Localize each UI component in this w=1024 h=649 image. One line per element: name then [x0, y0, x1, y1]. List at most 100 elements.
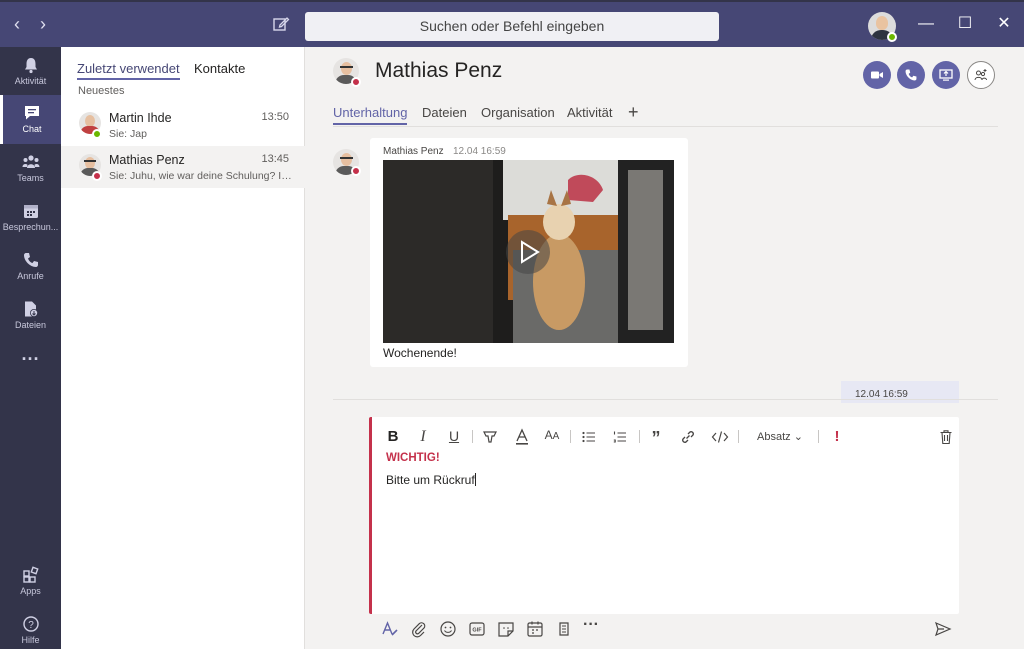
compose-box[interactable]: B I U AA ” Absatz ⌄ ! WICHTIG! Bitte um …	[369, 417, 959, 614]
tab-conversation[interactable]: Unterhaltung	[333, 105, 408, 125]
tab-files[interactable]: Dateien	[422, 105, 467, 120]
forward-arrow-icon[interactable]: ›	[33, 14, 53, 35]
bell-icon	[24, 58, 37, 74]
separator	[818, 430, 819, 443]
stream-icon[interactable]	[555, 620, 573, 638]
rail-label: Teams	[17, 173, 44, 183]
rail-item-chat[interactable]: Chat	[0, 95, 61, 144]
bulleted-list-icon[interactable]	[581, 428, 597, 446]
chat-preview: Sie: Juhu, wie war deine Schulung? Ic...	[109, 170, 295, 182]
conversation-pane: Mathias Penz Unterhaltung Dateien Organi…	[305, 47, 1024, 649]
add-people-icon	[974, 69, 987, 81]
chat-row[interactable]: Mathias Penz 13:45 Sie: Juhu, wie war de…	[61, 146, 305, 188]
more-options-icon[interactable]: ···	[583, 617, 601, 638]
audio-call-button[interactable]	[897, 61, 925, 89]
presence-busy-icon	[92, 171, 102, 181]
message-text: Wochenende!	[383, 346, 457, 360]
minimize-icon[interactable]: —	[916, 14, 936, 34]
more-apps-icon[interactable]: ···	[0, 350, 61, 378]
gif-icon[interactable]: GIF	[468, 620, 486, 638]
bold-icon[interactable]: B	[386, 428, 400, 446]
message-author: Mathias Penz	[383, 146, 444, 157]
add-people-button[interactable]	[967, 61, 995, 89]
separator	[472, 430, 473, 443]
video-call-button[interactable]	[863, 61, 891, 89]
underline-icon[interactable]: U	[447, 428, 461, 446]
rail-item-activity[interactable]: Aktivität	[0, 47, 61, 96]
compose-extensions-bar: GIF ···	[381, 617, 961, 638]
files-icon	[24, 301, 38, 317]
add-tab-icon[interactable]: +	[628, 102, 639, 123]
font-size-icon[interactable]: AA	[544, 428, 560, 446]
title-bar: ‹ › Suchen oder Befehl eingeben — ☐ ✕	[0, 0, 1024, 47]
rail-label: Anrufe	[17, 271, 44, 281]
presence-available-icon	[887, 32, 897, 42]
message-card[interactable]: Mathias Penz 12.04 16:59 Wochenende!	[370, 138, 688, 367]
new-chat-icon[interactable]	[272, 15, 290, 33]
conversation-tabs: Unterhaltung Dateien Organisation Aktivi…	[333, 102, 993, 127]
contact-name: Mathias Penz	[375, 59, 503, 82]
font-color-icon[interactable]	[515, 428, 529, 446]
rail-label: Besprechun...	[2, 222, 59, 232]
phone-icon	[23, 253, 38, 267]
send-icon[interactable]	[934, 620, 952, 638]
highlight-icon[interactable]	[482, 428, 498, 446]
trash-icon[interactable]	[939, 428, 953, 446]
video-thumbnail[interactable]	[383, 160, 674, 343]
chat-preview: Sie: Jap	[109, 128, 147, 140]
tab-activity[interactable]: Aktivität	[567, 105, 613, 120]
importance-label: WICHTIG!	[386, 452, 440, 464]
dog-video-image	[383, 160, 674, 343]
help-icon: ?	[22, 616, 39, 632]
numbered-list-icon[interactable]	[612, 428, 628, 446]
rail-label: Hilfe	[21, 635, 40, 645]
rail-label: Dateien	[14, 320, 47, 330]
message-time: 12.04 16:59	[453, 146, 506, 157]
separator	[639, 430, 640, 443]
paragraph-style-select[interactable]: Absatz ⌄	[757, 428, 809, 446]
maximize-icon[interactable]: ☐	[955, 14, 975, 34]
rail-item-apps[interactable]: Apps	[0, 557, 61, 606]
presence-busy-icon	[351, 77, 361, 87]
section-label: Neuestes	[78, 85, 125, 97]
rail-label: Apps	[20, 586, 41, 596]
schedule-meeting-icon[interactable]	[526, 620, 544, 638]
tab-organisation[interactable]: Organisation	[481, 105, 555, 120]
rail-item-teams[interactable]: Teams	[0, 144, 61, 193]
chat-row[interactable]: Martin Ihde 13:50 Sie: Jap	[61, 104, 305, 146]
svg-text:GIF: GIF	[472, 628, 482, 634]
tab-recent[interactable]: Zuletzt verwendet	[77, 61, 180, 80]
rail-label: Aktivität	[14, 76, 47, 86]
presence-busy-icon	[351, 166, 361, 176]
share-screen-button[interactable]	[932, 61, 960, 89]
rail-item-meetings[interactable]: Besprechun...	[0, 193, 61, 242]
compose-input[interactable]: Bitte um Rückruf	[386, 473, 476, 487]
compose-text: Bitte um Rückruf	[386, 473, 475, 487]
close-icon[interactable]: ✕	[994, 14, 1014, 34]
video-camera-icon	[871, 71, 883, 79]
rail-item-help[interactable]: ? Hilfe	[0, 606, 61, 649]
format-icon[interactable]	[381, 620, 399, 638]
rail-item-files[interactable]: Dateien	[0, 291, 61, 340]
italic-icon[interactable]: I	[416, 428, 430, 446]
paragraph-style-label: Absatz	[757, 431, 791, 443]
presence-available-icon	[92, 129, 102, 139]
quote-icon[interactable]: ”	[649, 428, 663, 448]
phone-icon	[905, 69, 917, 81]
apps-icon	[22, 566, 39, 583]
link-icon[interactable]	[680, 428, 696, 446]
search-input[interactable]: Suchen oder Befehl eingeben	[305, 12, 719, 41]
emoji-icon[interactable]	[439, 620, 457, 638]
importance-icon[interactable]: !	[832, 428, 842, 446]
rail-item-calls[interactable]: Anrufe	[0, 242, 61, 291]
chat-name: Martin Ihde	[109, 111, 172, 125]
format-toolbar: B I U AA ” Absatz ⌄ !	[386, 428, 956, 448]
sticker-icon[interactable]	[497, 620, 515, 638]
attach-icon[interactable]	[410, 620, 428, 638]
svg-text:?: ?	[28, 620, 34, 631]
header-divider	[333, 126, 998, 127]
back-arrow-icon[interactable]: ‹	[7, 14, 27, 35]
code-icon[interactable]	[711, 428, 729, 446]
tab-contacts[interactable]: Kontakte	[194, 61, 245, 76]
teams-icon	[22, 155, 39, 168]
